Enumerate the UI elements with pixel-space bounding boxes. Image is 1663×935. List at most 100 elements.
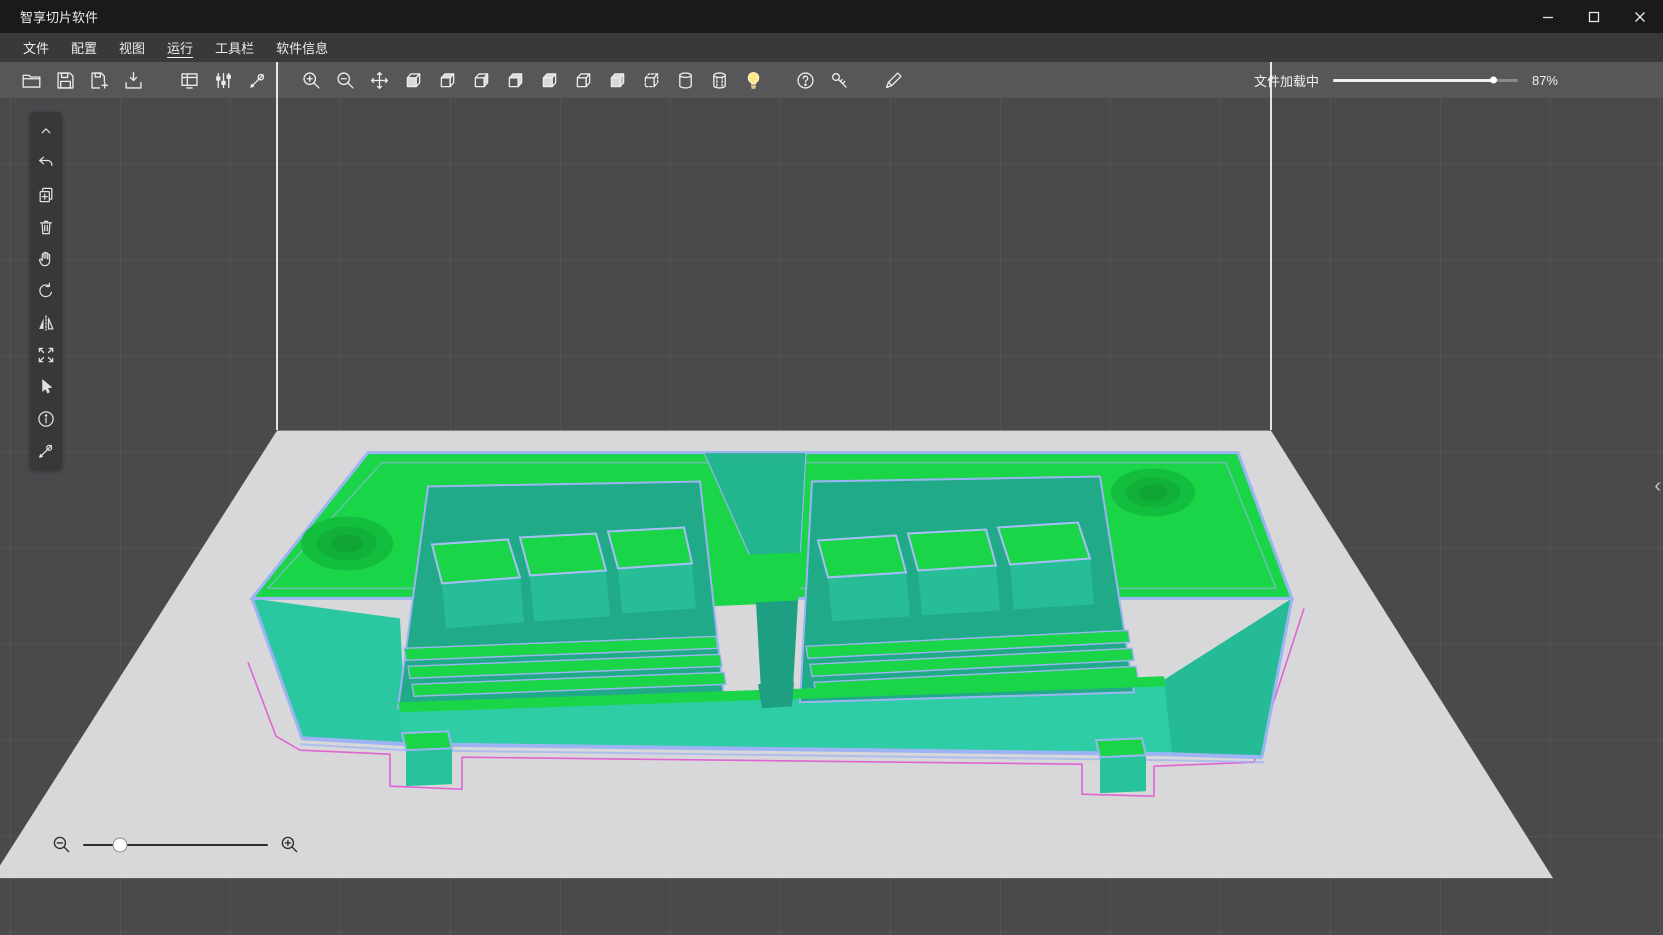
mirror-button[interactable] bbox=[31, 307, 61, 339]
view-left-button[interactable] bbox=[466, 65, 496, 95]
minimize-icon bbox=[1542, 11, 1554, 23]
select-cursor-button[interactable] bbox=[31, 371, 61, 403]
open-file-button[interactable] bbox=[16, 65, 46, 95]
model-info-button[interactable] bbox=[31, 403, 61, 435]
help-button[interactable] bbox=[790, 65, 820, 95]
view-back-icon bbox=[437, 70, 458, 91]
license-key-icon bbox=[829, 70, 850, 91]
menu-file[interactable]: 文件 bbox=[12, 33, 60, 62]
annotate-pen-icon bbox=[883, 70, 904, 91]
tools-button[interactable] bbox=[242, 65, 272, 95]
tools-icon bbox=[247, 70, 268, 91]
duplicate-icon bbox=[36, 185, 56, 205]
select-cursor-icon bbox=[36, 377, 56, 397]
model-info-icon bbox=[36, 409, 56, 429]
load-progress-bar[interactable] bbox=[1333, 79, 1518, 82]
window-title: 智享切片软件 bbox=[0, 7, 98, 26]
cylinder-view-icon bbox=[675, 70, 696, 91]
compartment-top bbox=[432, 539, 520, 583]
zoom-out-button[interactable] bbox=[330, 65, 360, 95]
menu-config[interactable]: 配置 bbox=[60, 33, 108, 62]
circular-recess-left bbox=[301, 517, 393, 571]
view-right-button[interactable] bbox=[500, 65, 530, 95]
right-panel-toggle[interactable]: ‹ bbox=[1654, 476, 1661, 496]
delete-button[interactable] bbox=[31, 211, 61, 243]
zoom-in-small-icon[interactable] bbox=[280, 835, 299, 854]
view-front-icon bbox=[403, 70, 424, 91]
help-icon bbox=[795, 70, 816, 91]
load-progress-knob[interactable] bbox=[1490, 77, 1497, 84]
import-model-button[interactable] bbox=[118, 65, 148, 95]
view-top-button[interactable] bbox=[534, 65, 564, 95]
undo-button[interactable] bbox=[31, 147, 61, 179]
fit-view-icon bbox=[36, 345, 56, 365]
duplicate-button[interactable] bbox=[31, 179, 61, 211]
zoom-control bbox=[52, 835, 299, 854]
view-dashed-button[interactable] bbox=[636, 65, 666, 95]
load-status-cluster: 文件加载中 87% bbox=[1254, 71, 1558, 90]
view-iso-icon bbox=[573, 70, 594, 91]
annotate-pen-button[interactable] bbox=[878, 65, 908, 95]
rotate-icon bbox=[36, 281, 56, 301]
fit-view-button[interactable] bbox=[31, 339, 61, 371]
menu-software-info[interactable]: 软件信息 bbox=[265, 33, 339, 62]
middle-channel-lower-over bbox=[758, 682, 794, 708]
view-solid-button[interactable] bbox=[602, 65, 632, 95]
close-button[interactable] bbox=[1617, 0, 1663, 33]
compartment-top bbox=[998, 522, 1090, 564]
viewport-3d[interactable] bbox=[0, 98, 1663, 935]
maximize-icon bbox=[1588, 11, 1600, 23]
view-top-icon bbox=[539, 70, 560, 91]
save-file-button[interactable] bbox=[50, 65, 80, 95]
view-back-button[interactable] bbox=[432, 65, 462, 95]
view-front-button[interactable] bbox=[398, 65, 428, 95]
repair-tools-icon bbox=[36, 441, 56, 461]
zoom-in-button[interactable] bbox=[296, 65, 326, 95]
load-percent: 87% bbox=[1532, 73, 1558, 88]
pan-hand-button[interactable] bbox=[31, 243, 61, 275]
collapse-up-button[interactable] bbox=[31, 115, 61, 147]
slice-settings-button[interactable] bbox=[208, 65, 238, 95]
view-dashed-icon bbox=[641, 70, 662, 91]
pan-hand-icon bbox=[36, 249, 56, 269]
close-icon bbox=[1634, 11, 1646, 23]
view-iso-button[interactable] bbox=[568, 65, 598, 95]
zoom-out-small-icon[interactable] bbox=[52, 835, 71, 854]
foot-cube-right bbox=[1096, 738, 1146, 793]
side-tool-panel bbox=[30, 112, 62, 470]
compartment-front bbox=[442, 577, 524, 628]
compartment-top bbox=[908, 529, 996, 570]
move-icon bbox=[369, 70, 390, 91]
save-as-button[interactable] bbox=[84, 65, 114, 95]
compartment-front bbox=[1010, 558, 1094, 609]
compartment-front bbox=[618, 563, 696, 613]
cylinder-view-button[interactable] bbox=[670, 65, 700, 95]
menu-toolbar[interactable]: 工具栏 bbox=[204, 33, 265, 62]
title-bar: 智享切片软件 bbox=[0, 0, 1663, 33]
minimize-button[interactable] bbox=[1525, 0, 1571, 33]
machine-settings-button[interactable] bbox=[174, 65, 204, 95]
menu-run[interactable]: 运行 bbox=[156, 33, 204, 62]
compartment-front bbox=[828, 572, 910, 621]
license-key-button[interactable] bbox=[824, 65, 854, 95]
cylinder-wire-button[interactable] bbox=[704, 65, 734, 95]
viewport-canvas[interactable] bbox=[0, 98, 1663, 935]
save-as-icon bbox=[89, 70, 110, 91]
zoom-slider-handle[interactable] bbox=[113, 837, 128, 852]
mirror-icon bbox=[36, 313, 56, 333]
main-toolbar: 文件加载中 87% bbox=[0, 62, 1663, 98]
light-toggle-button[interactable] bbox=[738, 65, 768, 95]
cylinder-wire-icon bbox=[709, 70, 730, 91]
move-button[interactable] bbox=[364, 65, 394, 95]
load-status-label: 文件加载中 bbox=[1254, 71, 1319, 90]
foot-cube-left bbox=[402, 731, 452, 786]
delete-icon bbox=[36, 217, 56, 237]
zoom-slider-track[interactable] bbox=[83, 844, 268, 846]
rotate-button[interactable] bbox=[31, 275, 61, 307]
view-solid-icon bbox=[607, 70, 628, 91]
middle-channel-bridge bbox=[704, 552, 802, 606]
menu-view[interactable]: 视图 bbox=[108, 33, 156, 62]
repair-tools-button[interactable] bbox=[31, 435, 61, 467]
maximize-button[interactable] bbox=[1571, 0, 1617, 33]
save-file-icon bbox=[55, 70, 76, 91]
